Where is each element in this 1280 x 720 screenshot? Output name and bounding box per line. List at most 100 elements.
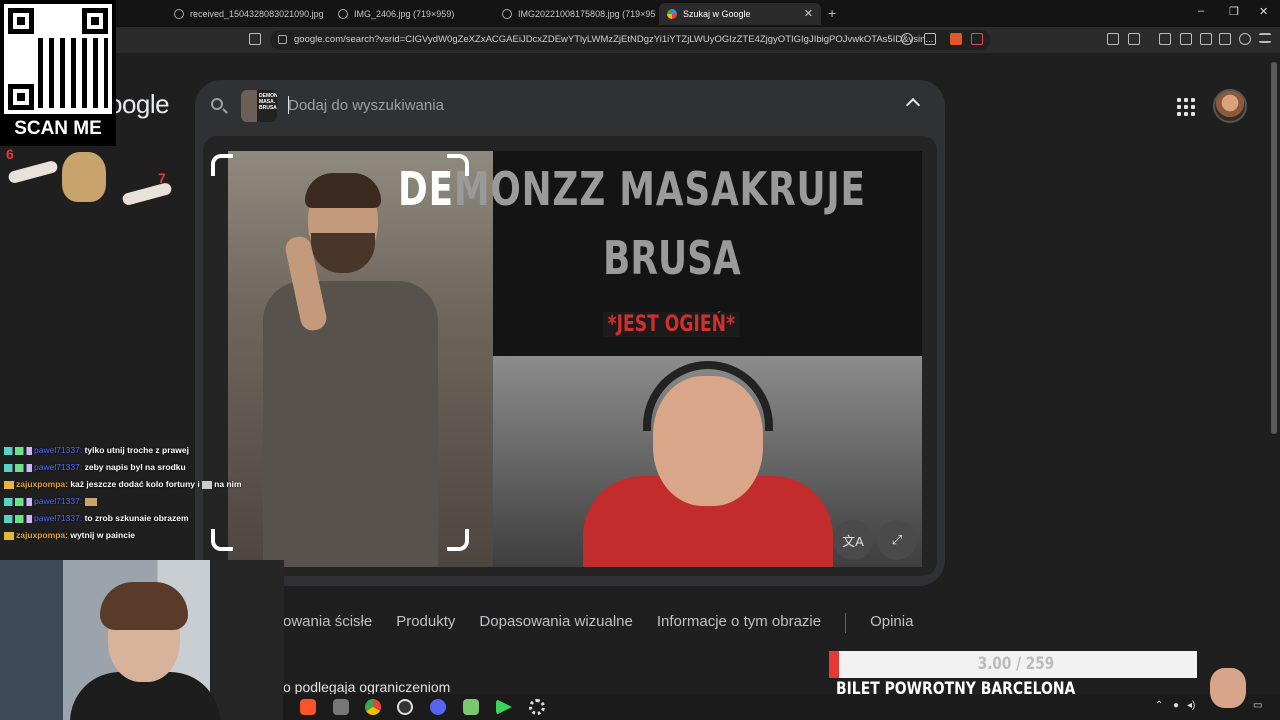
hand-icon	[7, 159, 59, 185]
stream-chat: pawel71337: tylko utnij troche z prawej …	[0, 442, 270, 544]
brave-browser-icon[interactable]	[300, 699, 316, 715]
tab-label: Szukaj w Google	[683, 9, 751, 19]
chrome-icon[interactable]	[365, 699, 381, 715]
laughing-emote-icon	[1210, 668, 1246, 708]
emote-overlay: 6 7	[0, 146, 190, 208]
image-badge: *JEST OGIEŃ*	[603, 312, 740, 337]
taskbar: ⌃ ● ◂) ▭	[283, 694, 1280, 720]
extensions-icon[interactable]	[1107, 33, 1119, 45]
google-icon	[667, 9, 677, 19]
tab-received-jpg[interactable]: received_1504328083021090.jpg (11...	[166, 3, 326, 25]
webcam-overlay	[0, 560, 284, 720]
obs-icon[interactable]	[397, 699, 413, 715]
vpn-icon[interactable]	[1239, 33, 1251, 45]
play-icon[interactable]	[496, 699, 512, 715]
brave-rewards-icon[interactable]	[971, 33, 983, 45]
tab-label: IMG20221008175808.jpg (719×959)	[518, 9, 656, 19]
text-cursor	[288, 96, 289, 114]
globe-icon	[174, 9, 184, 19]
wallet-icon[interactable]	[1200, 33, 1212, 45]
crown-icon	[4, 531, 14, 540]
page-scrollbar[interactable]	[1271, 62, 1277, 434]
brave-shields-icon[interactable]	[950, 33, 962, 45]
notifications-icon[interactable]: ▭	[1253, 700, 1262, 711]
translate-icon: 文A	[842, 533, 864, 549]
cat-emote-icon	[84, 497, 97, 506]
chat-text-suffix: na nim	[214, 479, 242, 489]
url-field[interactable]: google.com/search?vsrid=CIGVydW0gZeXZxAC…	[270, 30, 990, 50]
download-icon[interactable]	[1159, 33, 1171, 45]
sidebar-icon[interactable]	[1180, 33, 1192, 45]
tab-exact-matches[interactable]: owania ścisłe	[283, 613, 372, 637]
image-title-rest: MONZZ MASAKRUJE	[453, 162, 866, 216]
chat-username: zajuxpompa:	[16, 479, 68, 489]
crown-icon	[4, 480, 14, 489]
globe-icon	[502, 9, 512, 19]
qr-overlay: SCAN ME	[0, 0, 116, 146]
chat-text: każ jeszcze dodać kolo fortuny i	[70, 479, 200, 489]
chat-message: zajuxpompa: wytnij w paincie	[0, 527, 270, 544]
tab-products[interactable]: Produkty	[396, 613, 455, 637]
chat-message: pawel71337:	[0, 493, 270, 510]
minimize-button[interactable]: –	[1198, 5, 1204, 17]
badge-icons	[4, 497, 32, 506]
lens-image-area: DEMONZZ MASAKRUJE BRUSA *JEST OGIEŃ* 文A …	[203, 136, 937, 576]
translate-button[interactable]: 文A	[833, 520, 873, 560]
chat-username: pawel71337:	[34, 513, 83, 523]
chat-message: pawel71337: tylko utnij troche z prawej	[0, 442, 270, 459]
tab-img-2022[interactable]: IMG20221008175808.jpg (719×959)	[494, 3, 656, 25]
goal-progress-fill	[835, 651, 840, 678]
search-image[interactable]: DEMONZZ MASAKRUJE BRUSA *JEST OGIEŃ*	[228, 151, 922, 567]
new-tab-button[interactable]: +	[828, 5, 836, 21]
chevron-up-icon[interactable]	[905, 97, 921, 113]
feedback-link[interactable]: Opinia	[870, 613, 913, 637]
crop-handle-bottom-right[interactable]	[447, 529, 469, 551]
leo-ai-icon[interactable]	[1219, 33, 1231, 45]
badge-icons	[4, 463, 32, 472]
crop-handle-top-left[interactable]	[211, 154, 233, 176]
cat-emote-icon	[62, 152, 106, 202]
globe-icon	[338, 9, 348, 19]
tab-img-2406[interactable]: IMG_2406.jpg (719×959)	[330, 3, 490, 25]
screenshot-icon[interactable]	[1128, 33, 1140, 45]
tab-google-search[interactable]: Szukaj w Google ✕	[659, 3, 821, 25]
google-apps-icon[interactable]	[1177, 98, 1195, 116]
crop-handle-top-right[interactable]	[447, 154, 469, 176]
goal-title: BILET POWROTNY BARCELONA	[836, 679, 1076, 699]
close-window-button[interactable]: ✕	[1259, 5, 1268, 18]
chat-text: tylko utnij troche z prawej	[84, 445, 189, 455]
url-text: google.com/search?vsrid=CIGVydW0gZeXZxAC…	[294, 34, 934, 45]
close-tab-icon[interactable]: ✕	[804, 7, 813, 20]
restore-button[interactable]: ❐	[1229, 5, 1239, 18]
site-info-icon[interactable]	[278, 35, 287, 44]
account-avatar[interactable]	[1213, 89, 1247, 123]
badge-icons	[4, 446, 32, 455]
menu-icon[interactable]	[1259, 33, 1271, 43]
tab-visual-matches[interactable]: Dopasowania wizualne	[479, 613, 632, 637]
result-text: o podlegaja ograniczeniom	[283, 679, 451, 695]
chat-username: pawel71337:	[34, 462, 83, 472]
person-figure	[253, 171, 443, 567]
chat-username: zajuxpompa:	[16, 530, 68, 540]
app-icon[interactable]	[463, 699, 479, 715]
settings-gear-icon[interactable]	[529, 699, 545, 715]
divider	[845, 613, 847, 633]
chat-text: zeby napis byl na srodku	[84, 462, 186, 472]
microphone-icon[interactable]: ●	[1173, 700, 1179, 711]
thumbnail-text: DEMONZZ MASA. BRUSA	[259, 93, 277, 111]
fullscreen-button[interactable]: ⤢	[877, 520, 917, 560]
query-image-thumbnail[interactable]: DEMONZZ MASA. BRUSA	[241, 90, 277, 122]
expand-icon: ⤢	[891, 532, 903, 547]
tray-chevron-up-icon[interactable]: ⌃	[1155, 700, 1163, 711]
zoom-icon[interactable]	[901, 33, 913, 45]
file-explorer-icon[interactable]	[333, 699, 349, 715]
bookmark-icon[interactable]	[249, 33, 261, 45]
speaker-icon[interactable]: ◂)	[1187, 700, 1195, 711]
discord-icon[interactable]	[430, 699, 446, 715]
donation-goal-bar: 3.00 / 259	[829, 651, 1197, 678]
tab-about-image[interactable]: Informacje o tym obrazie	[657, 613, 821, 637]
google-logo[interactable]: oogle	[108, 89, 170, 120]
share-icon[interactable]	[924, 33, 936, 45]
chat-message: pawel71337: to zrob szkunaie obrazem	[0, 510, 270, 527]
search-input[interactable]	[288, 93, 788, 117]
